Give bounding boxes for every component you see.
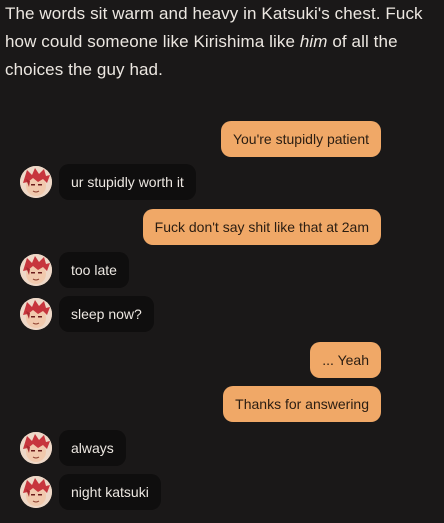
message-row-received: ur stupidly worth it [0, 164, 444, 200]
received-message-bubble[interactable]: always [59, 430, 126, 466]
sent-message-bubble[interactable]: Thanks for answering [223, 386, 381, 422]
sent-message-bubble[interactable]: Fuck don't say shit like that at 2am [142, 209, 381, 245]
kirishima-avatar-icon[interactable] [20, 254, 52, 286]
message-row-sent: Fuck don't say shit like that at 2am [0, 209, 444, 245]
kirishima-avatar-icon[interactable] [20, 432, 52, 464]
received-message-bubble[interactable]: night katsuki [59, 474, 161, 510]
received-message-bubble[interactable]: sleep now? [59, 296, 154, 332]
message-row-sent: Thanks for answering [0, 386, 444, 422]
received-message-bubble[interactable]: too late [59, 252, 129, 288]
sent-message-bubble[interactable]: ... Yeah [310, 342, 381, 378]
kirishima-avatar-icon[interactable] [20, 476, 52, 508]
message-row-received: too late [0, 252, 444, 288]
message-row-received: night katsuki [0, 474, 444, 510]
kirishima-avatar-icon[interactable] [20, 166, 52, 198]
message-row-sent: ... Yeah [0, 342, 444, 378]
narration-text: The words sit warm and heavy in Katsuki'… [5, 0, 441, 84]
message-row-received: always [0, 430, 444, 466]
message-row-received: sleep now? [0, 296, 444, 332]
sent-message-bubble[interactable]: You're stupidly patient [220, 121, 381, 157]
narration-emphasis: him [299, 32, 328, 51]
kirishima-avatar-icon[interactable] [20, 298, 52, 330]
received-message-bubble[interactable]: ur stupidly worth it [59, 164, 196, 200]
message-row-sent: You're stupidly patient [0, 121, 444, 157]
